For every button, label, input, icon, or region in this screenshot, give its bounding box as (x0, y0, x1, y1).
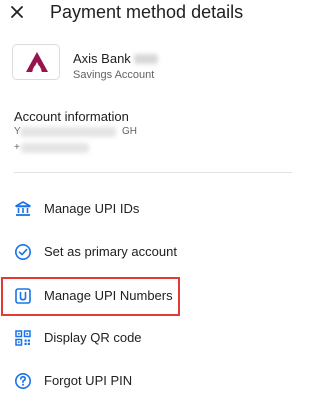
close-icon (11, 6, 23, 18)
qr-code-icon (15, 330, 31, 346)
axis-bank-logo (26, 52, 48, 72)
bank-logo (12, 44, 60, 80)
bank-account-card: Axis Bank Savings Account (12, 44, 292, 88)
menu-item-label: Forgot UPI PIN (44, 373, 133, 388)
menu-item-label: Manage UPI IDs (44, 201, 140, 216)
menu-item-forgot-upi-pin[interactable]: Forgot UPI PIN (0, 363, 307, 399)
phone-line-prefix: + (14, 142, 20, 153)
section-divider (14, 172, 292, 173)
check-circle-icon (15, 244, 31, 260)
menu-item-label: Display QR code (44, 330, 142, 345)
menu-item-set-primary-account[interactable]: Set as primary account (0, 234, 307, 270)
account-number-line: Y GH (14, 126, 137, 138)
bank-icon (15, 201, 31, 216)
upi-number-icon (15, 288, 31, 304)
bank-name: Axis Bank (73, 51, 158, 67)
close-button[interactable] (6, 1, 28, 23)
menu-item-label: Manage UPI Numbers (44, 288, 173, 303)
masked-account-suffix (133, 54, 158, 64)
top-app-bar: Payment method details (0, 0, 307, 28)
masked-account-number (20, 127, 116, 137)
masked-phone-number (21, 143, 89, 153)
menu-item-display-qr-code[interactable]: Display QR code (0, 320, 307, 356)
menu-item-manage-upi-ids[interactable]: Manage UPI IDs (0, 191, 307, 227)
phone-number-line: + (14, 142, 89, 154)
page-title: Payment method details (50, 2, 244, 22)
account-information-heading: Account information (14, 109, 129, 124)
menu-item-label: Set as primary account (44, 244, 177, 259)
bank-name-text: Axis Bank (73, 51, 131, 66)
menu-item-manage-upi-numbers[interactable]: Manage UPI Numbers (0, 278, 307, 314)
help-circle-icon (15, 373, 31, 389)
account-line-suffix: GH (122, 126, 137, 137)
account-type: Savings Account (73, 69, 155, 81)
